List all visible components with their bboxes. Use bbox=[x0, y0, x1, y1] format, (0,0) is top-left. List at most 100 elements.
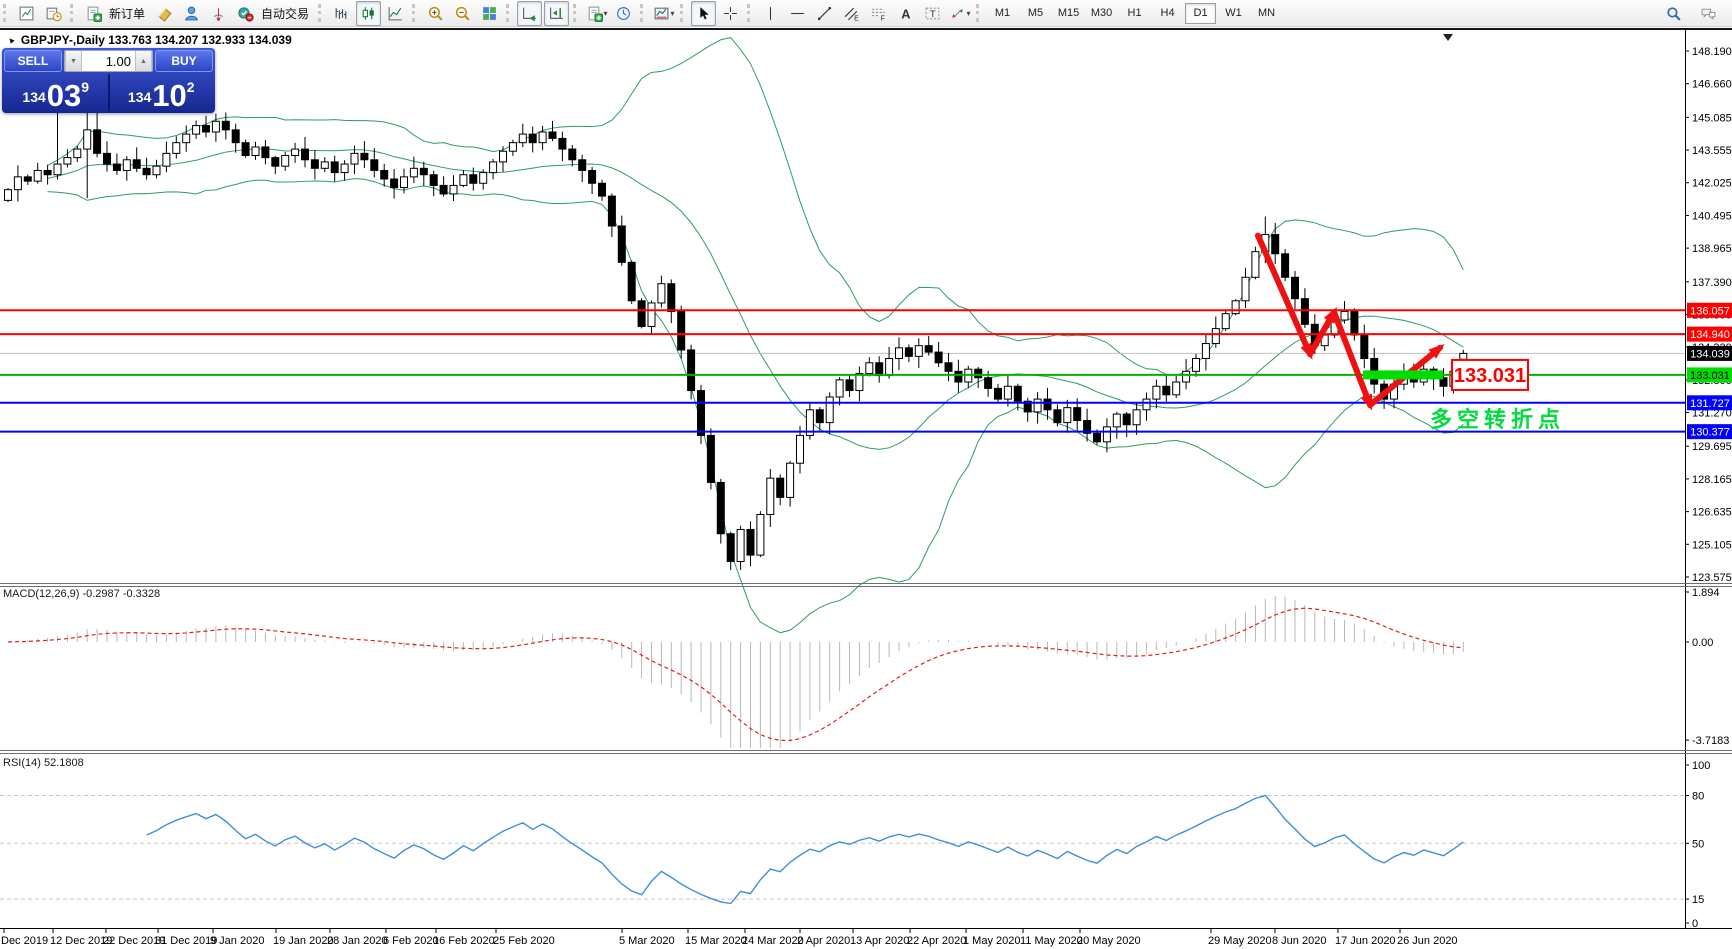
new-order-button[interactable] bbox=[81, 1, 106, 26]
line-chart-button[interactable] bbox=[383, 1, 408, 26]
textT-icon: T bbox=[925, 7, 940, 20]
templates-button[interactable]: ▾ bbox=[651, 1, 676, 26]
new-chart-button[interactable] bbox=[14, 1, 39, 26]
channel-icon: E bbox=[844, 7, 859, 22]
bar-chart-button[interactable] bbox=[329, 1, 354, 26]
svg-text:F: F bbox=[881, 15, 885, 22]
annotation-note[interactable]: 多空转折点 bbox=[1430, 407, 1565, 432]
text-label-button[interactable]: T bbox=[920, 1, 945, 26]
search-button[interactable] bbox=[1661, 1, 1686, 26]
buy-button[interactable]: BUY bbox=[155, 50, 213, 72]
horizontal-line-button[interactable] bbox=[785, 1, 810, 26]
chart-shift-button[interactable] bbox=[544, 0, 570, 26]
support-bar[interactable] bbox=[1363, 370, 1443, 380]
timeframe-w1[interactable]: W1 bbox=[1218, 3, 1249, 24]
timeframe-m5[interactable]: M5 bbox=[1020, 3, 1051, 24]
date-label: 5 Mar 2020 bbox=[619, 935, 675, 947]
zoom-in-icon bbox=[428, 6, 443, 21]
axis-label: 142.025 bbox=[1692, 178, 1732, 190]
zoom-out-button[interactable] bbox=[450, 1, 475, 26]
volume-decrease-button[interactable]: ▼ bbox=[65, 51, 82, 71]
rsi-line bbox=[146, 794, 1464, 905]
toolbar-grip bbox=[976, 4, 982, 22]
eraser-icon bbox=[158, 8, 172, 22]
chart-marker-icon: ▲ bbox=[4, 33, 18, 47]
toolbar-grip bbox=[3, 4, 9, 22]
axis-label: 100 bbox=[1692, 760, 1710, 772]
date-label: 13 Apr 2020 bbox=[850, 935, 909, 947]
autotrading-button[interactable] bbox=[233, 1, 258, 26]
zoom-in-button[interactable] bbox=[423, 1, 448, 26]
template-icon bbox=[654, 7, 668, 19]
timeframe-h1[interactable]: H1 bbox=[1119, 3, 1150, 24]
new-order-label: 新订单 bbox=[109, 6, 146, 21]
axis-label: 146.660 bbox=[1692, 79, 1732, 91]
timeframe-d1[interactable]: D1 bbox=[1185, 2, 1217, 24]
autotrade-icon bbox=[238, 6, 254, 22]
tiles-icon bbox=[483, 6, 496, 20]
axis-label: 80 bbox=[1692, 790, 1704, 802]
mql5-community-button[interactable] bbox=[179, 1, 204, 26]
axis-label: 140.495 bbox=[1692, 210, 1732, 222]
chart-area[interactable]: 133.031 多空转折点 148.190 146.660 145.085 143.555… bbox=[0, 30, 1732, 949]
date-label: 25 Feb 2020 bbox=[493, 935, 555, 947]
volume-increase-button[interactable]: ▲ bbox=[135, 51, 152, 71]
svg-text:A: A bbox=[901, 6, 910, 21]
volume-value[interactable]: 1.00 bbox=[82, 51, 135, 71]
date-label: 31 Dec 2019 bbox=[155, 935, 217, 947]
axis-label: 129.695 bbox=[1692, 441, 1732, 453]
axis-label: 148.190 bbox=[1692, 46, 1732, 58]
eraser-button[interactable] bbox=[152, 1, 177, 26]
dropdown-caret-icon: ▾ bbox=[966, 8, 971, 18]
volume-stepper: ▼ 1.00 ▲ bbox=[64, 50, 153, 72]
candles bbox=[4, 56, 1468, 571]
axis-label: 50 bbox=[1692, 838, 1704, 850]
candle-chart-button[interactable] bbox=[356, 0, 382, 26]
date-label: 11 May 2020 bbox=[1020, 935, 1083, 947]
date-label: 26 Jun 2020 bbox=[1397, 935, 1458, 947]
trendline-button[interactable] bbox=[812, 1, 837, 26]
axis-label: -3.7183 bbox=[1692, 735, 1729, 747]
date-label: 15 Mar 2020 bbox=[685, 935, 747, 947]
equidistant-channel-button[interactable]: E bbox=[839, 1, 864, 26]
dropdown-caret-icon: ▾ bbox=[603, 8, 608, 18]
crosshair-button[interactable] bbox=[718, 1, 743, 26]
sell-button[interactable]: SELL bbox=[4, 50, 62, 72]
vertical-line-button[interactable] bbox=[758, 1, 783, 26]
date-label: 19 Jan 2020 bbox=[273, 935, 334, 947]
text-button[interactable]: A bbox=[893, 1, 918, 26]
periods-button[interactable] bbox=[611, 1, 636, 26]
timeframe-m15[interactable]: M15 bbox=[1053, 3, 1084, 24]
tile-windows-button[interactable] bbox=[477, 1, 502, 26]
toolbar-grip bbox=[412, 4, 418, 22]
zoom-out-icon bbox=[455, 6, 470, 21]
axis-price-box-label: 133.031 bbox=[1690, 370, 1730, 382]
date-label: 20 May 2020 bbox=[1077, 935, 1141, 947]
date-label: Dec 2019 bbox=[1, 935, 48, 947]
signals-button[interactable] bbox=[206, 1, 231, 26]
clock-icon bbox=[617, 6, 630, 20]
search-icon bbox=[1667, 6, 1681, 21]
date-label: 17 Jun 2020 bbox=[1335, 935, 1396, 947]
bars-icon bbox=[335, 7, 347, 19]
auto-scroll-button[interactable] bbox=[517, 0, 543, 26]
axis-label: 143.555 bbox=[1692, 145, 1732, 157]
fibonacci-button[interactable]: F bbox=[866, 1, 891, 26]
timeframe-h4[interactable]: H4 bbox=[1152, 3, 1183, 24]
fibo-icon: F bbox=[872, 8, 885, 22]
timeframe-m30[interactable]: M30 bbox=[1086, 3, 1117, 24]
cursor-button[interactable] bbox=[691, 0, 717, 26]
autotrading-label: 自动交易 bbox=[261, 6, 310, 21]
timeframe-mn[interactable]: MN bbox=[1251, 3, 1282, 24]
arrows-button[interactable]: ▾ bbox=[947, 1, 972, 26]
linechart-icon bbox=[388, 6, 402, 20]
tline-icon bbox=[817, 6, 832, 20]
timeframe-m1[interactable]: M1 bbox=[987, 3, 1018, 24]
zigzag-arrowhead-icon bbox=[1300, 342, 1313, 360]
axis-price-box-label: 131.727 bbox=[1690, 398, 1730, 410]
date-label: 16 Feb 2020 bbox=[433, 935, 495, 947]
profiles-button[interactable] bbox=[41, 1, 66, 26]
chat-button[interactable] bbox=[1696, 1, 1721, 26]
macd-histogram bbox=[17, 596, 1464, 748]
indicators-button[interactable]: ▾ bbox=[584, 1, 609, 26]
